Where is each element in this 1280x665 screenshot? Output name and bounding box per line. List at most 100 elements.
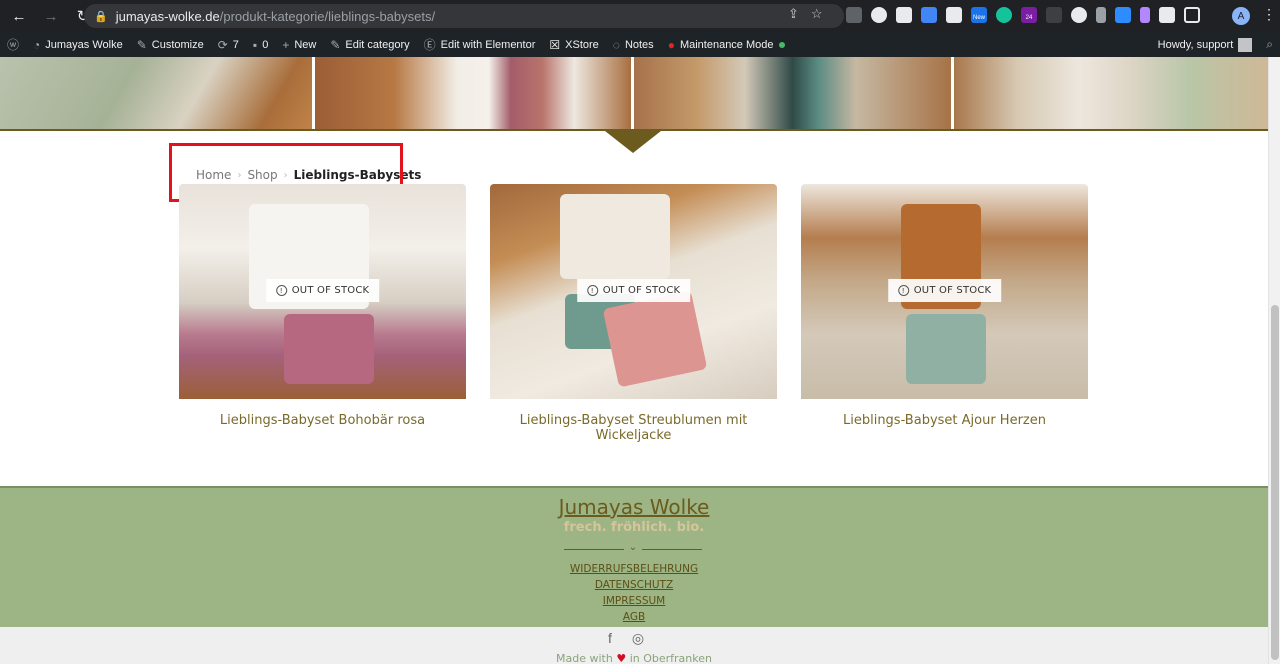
browser-toolbar: ← → ↻ 🔒 jumayas-wolke.de/produkt-kategor… — [0, 0, 1280, 32]
made-suffix: in Oberfranken — [629, 652, 712, 665]
bookmark-star-icon[interactable]: ☆ — [811, 6, 823, 22]
url-domain: jumayas-wolke.de — [115, 8, 220, 24]
hero-image-3 — [634, 57, 951, 130]
extension-24-icon[interactable]: 24 — [1021, 7, 1037, 23]
forward-icon[interactable]: → — [38, 3, 64, 29]
footer-bottom-bar: f ◎ Made with ♥ in Oberfranken — [0, 627, 1268, 665]
maintenance-label: Maintenance Mode — [679, 38, 774, 51]
info-icon: ! — [586, 285, 598, 296]
notes-label: Notes — [624, 38, 654, 51]
extension-recycle-icon[interactable] — [846, 7, 862, 23]
extension-zoom-icon[interactable] — [1115, 7, 1131, 23]
address-bar[interactable]: 🔒 jumayas-wolke.de/produkt-kategorie/lie… — [84, 4, 844, 28]
product-title[interactable]: Lieblings-Babyset Bohobär rosa — [179, 413, 466, 428]
edit-category-item[interactable]: ✎ Edit category — [323, 32, 416, 57]
profile-avatar[interactable]: A — [1232, 7, 1250, 25]
made-prefix: Made with — [556, 652, 613, 665]
product-image[interactable]: ! OUT OF STOCK — [490, 184, 777, 399]
site-name-item[interactable]: ◔ Jumayas Wolke — [26, 32, 130, 57]
instagram-icon[interactable]: ◎ — [632, 630, 644, 647]
extension-feather-icon[interactable] — [1140, 7, 1150, 23]
comments-count: 0 — [262, 38, 269, 51]
back-icon[interactable]: ← — [6, 3, 32, 29]
share-icon[interactable]: ⇪ — [788, 6, 799, 22]
hero-image-2 — [314, 57, 631, 130]
comment-icon: ▪ — [252, 37, 258, 52]
edit-category-label: Edit category — [345, 38, 410, 51]
wordpress-icon: ⓦ — [7, 38, 20, 52]
dashboard-icon: ◔ — [33, 37, 41, 52]
avatar — [1238, 37, 1253, 52]
xstore-item[interactable]: ☒ XStore — [542, 32, 605, 57]
footer-brand-link[interactable]: Jumayas Wolke — [0, 495, 1268, 519]
footer-link-agb[interactable]: AGB — [0, 609, 1268, 625]
url-path: /produkt-kategorie/lieblings-babysets/ — [219, 8, 436, 24]
kebab-menu-icon[interactable]: ⋮ — [1262, 6, 1276, 23]
extension-camera-icon[interactable] — [946, 7, 962, 23]
info-icon: ! — [275, 285, 287, 296]
maintenance-icon: ● — [667, 37, 675, 52]
admin-search-item[interactable]: ⌕ — [1259, 32, 1280, 57]
status-dot-icon — [778, 41, 785, 48]
hero-image-4 — [953, 57, 1268, 130]
sidebar-toggle-icon[interactable] — [1184, 7, 1200, 23]
extension-pen-icon[interactable] — [1096, 7, 1106, 23]
extension-news-icon[interactable]: New — [971, 7, 987, 23]
wp-admin-bar: ⓦ ◔ Jumayas Wolke ✎ Customize ⟳ 7 ▪ 0 + New ✎… — [0, 32, 1280, 57]
new-label: New — [294, 38, 317, 51]
out-of-stock-badge: ! OUT OF STOCK — [887, 279, 1002, 302]
footer-link-widerruf[interactable]: WIDERRUFSBELEHRUNG — [0, 561, 1268, 577]
brush-icon: ✎ — [136, 37, 147, 52]
updates-item[interactable]: ⟳ 7 — [211, 32, 246, 57]
customize-item[interactable]: ✎ Customize — [130, 32, 211, 57]
extensions-puzzle-icon[interactable] — [1159, 7, 1175, 23]
scrollbar-thumb[interactable] — [1271, 305, 1279, 660]
maintenance-mode-item[interactable]: ● Maintenance Mode — [661, 32, 792, 57]
howdy-label: Howdy, support — [1157, 38, 1234, 51]
hero-image-strip — [0, 57, 1268, 130]
made-with-love-text: Made with ♥ in Oberfranken — [0, 652, 1268, 665]
extension-grammarly-icon[interactable] — [996, 7, 1012, 23]
chevron-down-icon: ⌄ — [624, 542, 642, 556]
extension-globe-icon[interactable] — [871, 7, 887, 23]
updates-count: 7 — [232, 38, 239, 51]
notes-item[interactable]: ◌ Notes — [606, 32, 661, 57]
hero-image-1 — [0, 57, 312, 130]
product-card[interactable]: ! OUT OF STOCK Lieblings-Babyset Streublu… — [490, 184, 777, 443]
extension-compass-icon[interactable] — [1071, 7, 1087, 23]
badge-label: OUT OF STOCK — [291, 285, 370, 296]
out-of-stock-badge: ! OUT OF STOCK — [265, 279, 380, 302]
badge-label: OUT OF STOCK — [913, 285, 992, 296]
pencil-icon: ✎ — [330, 37, 341, 52]
product-card[interactable]: ! OUT OF STOCK Lieblings-Babyset Ajour He… — [801, 184, 1088, 428]
notes-icon: ◌ — [612, 37, 620, 52]
heart-icon: ♥ — [616, 652, 627, 665]
footer-link-datenschutz[interactable]: DATENSCHUTZ — [0, 577, 1268, 593]
footer-link-impressum[interactable]: IMPRESSUM — [0, 593, 1268, 609]
new-content-item[interactable]: + New — [275, 32, 323, 57]
facebook-icon[interactable]: f — [608, 630, 612, 647]
extension-x-icon[interactable] — [1046, 7, 1062, 23]
info-icon: ! — [897, 285, 909, 296]
search-icon: ⌕ — [1266, 37, 1273, 51]
site-footer: Jumayas Wolke frech. fröhlich. bio. ⌄ WI… — [0, 486, 1268, 627]
product-image[interactable]: ! OUT OF STOCK — [801, 184, 1088, 399]
product-image[interactable]: ! OUT OF STOCK — [179, 184, 466, 399]
elementor-icon: Ⓔ — [423, 38, 436, 52]
comments-item[interactable]: ▪ 0 — [246, 32, 275, 57]
customize-label: Customize — [151, 38, 204, 51]
page-scrollbar[interactable] — [1268, 57, 1280, 664]
hero-down-arrow-icon — [605, 131, 661, 153]
edit-elementor-item[interactable]: Ⓔ Edit with Elementor — [417, 32, 543, 57]
badge-label: OUT OF STOCK — [602, 285, 681, 296]
wp-logo-item[interactable]: ⓦ — [0, 32, 26, 57]
footer-links: WIDERRUFSBELEHRUNG DATENSCHUTZ IMPRESSUM… — [0, 561, 1268, 625]
extension-translate-icon[interactable] — [921, 7, 937, 23]
extension-screen-icon[interactable] — [896, 7, 912, 23]
out-of-stock-badge: ! OUT OF STOCK — [576, 279, 691, 302]
product-card[interactable]: ! OUT OF STOCK Lieblings-Babyset Bohobär … — [179, 184, 466, 428]
account-item[interactable]: Howdy, support — [1151, 32, 1260, 57]
xstore-label: XStore — [565, 38, 599, 51]
product-title[interactable]: Lieblings-Babyset Streublumen mit Wickel… — [490, 413, 777, 443]
product-title[interactable]: Lieblings-Babyset Ajour Herzen — [801, 413, 1088, 428]
